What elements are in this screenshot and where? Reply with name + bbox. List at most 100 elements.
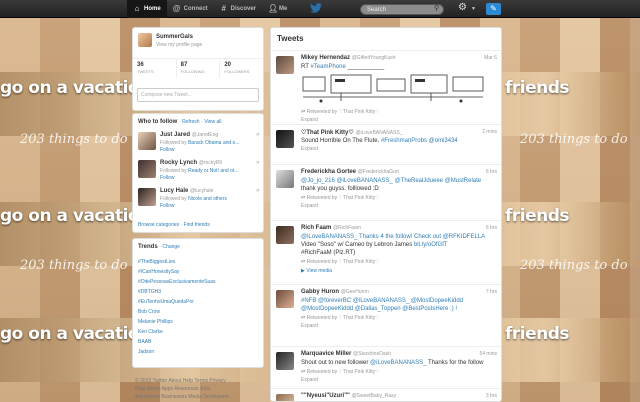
avatar[interactable]	[276, 394, 294, 401]
avatar[interactable]	[276, 290, 294, 308]
tweets-count: 36	[137, 62, 144, 68]
trend-item[interactable]: Bob Crow	[138, 309, 160, 315]
expand-link[interactable]: Expand	[301, 203, 318, 209]
view-media-link[interactable]: ▶ View media	[301, 268, 332, 274]
view-all-link[interactable]: View all	[204, 119, 221, 125]
nav-discover[interactable]: # Discover	[214, 0, 262, 18]
tweet-item[interactable]: Rich Faam @RichFaam 6 hrs @iLoveBANANASS…	[271, 220, 501, 284]
avatar[interactable]	[276, 170, 294, 188]
follow-button[interactable]: Follow	[160, 175, 174, 181]
close-icon[interactable]: ✕	[256, 188, 260, 194]
trend-item[interactable]: Ken Clarke	[138, 329, 163, 335]
tweet-item[interactable]: Mikey Hernendaz @GiftedYoungKush Mar 6 R…	[271, 50, 501, 124]
avatar[interactable]	[276, 130, 294, 148]
compose-tweet-button[interactable]: ✎	[486, 3, 501, 15]
nav-home-label: Home	[144, 5, 161, 12]
tweet-author[interactable]: Marquavice Miller @StarshineDash	[301, 351, 391, 357]
change-trends-link[interactable]: Change	[162, 244, 180, 250]
avatar[interactable]	[138, 160, 156, 178]
retweeted-by[interactable]: ⇄ Retweeted by ♡That Pink Kitty♡	[301, 315, 380, 321]
tweet-item[interactable]: Frederickha Gortee @FrederickhaGort 6 hr…	[271, 164, 501, 220]
tweet-timestamp[interactable]: 7 hrs	[486, 289, 497, 295]
follow-button[interactable]: Follow	[160, 147, 174, 153]
following-label: FOLLOWING	[180, 69, 205, 74]
retweeted-by[interactable]: ⇄ Retweeted by ♡That Pink Kitty♡	[301, 369, 380, 375]
expand-link[interactable]: Expand	[301, 377, 318, 383]
tweet-author[interactable]: Gabby Huron @GeeHuron	[301, 289, 369, 295]
tweet-timestamp[interactable]: 3 hrs	[486, 393, 497, 399]
nav-connect[interactable]: @ Connect	[167, 0, 214, 18]
suggestion-name[interactable]: Lucy Hale @lucyhale	[160, 188, 213, 194]
tweet-text: #NFB @foreverBC @iLoveBANANASS_ @MostDop…	[301, 298, 464, 312]
expand-link[interactable]: Expand	[301, 323, 318, 329]
suggestion-name[interactable]: Just Jared @JaredEng	[160, 132, 218, 138]
retweeted-by[interactable]: ⇄ Retweeted by ♡That Pink Kitty♡	[301, 195, 380, 201]
footer-links[interactable]: © 2013 Twitter About Help Terms Privacy	[135, 377, 263, 385]
avatar[interactable]	[138, 33, 152, 47]
footer-links[interactable]: Blog Status Apps Resources Jobs	[135, 385, 263, 393]
nav-home[interactable]: ⌂ Home	[127, 0, 167, 18]
tweet-author[interactable]: Frederickha Gortee @FrederickhaGort	[301, 169, 399, 175]
retweeted-by[interactable]: ⇄ Retweeted by ♡That Pink Kitty♡	[301, 259, 380, 265]
tweet-timestamp[interactable]: 6 hrs	[486, 169, 497, 175]
gear-icon[interactable]: ⚙	[458, 2, 467, 13]
followed-by-text: Followed by Ready or Not! and ot...	[160, 168, 239, 174]
tweet-item[interactable]: ""Nyeusi"Uzuri"" @SweetBaby_Rasy 3 hrs	[271, 388, 501, 401]
tweets-stat[interactable]: 36 TWEETS	[133, 59, 177, 78]
refresh-link[interactable]: Refresh	[182, 119, 200, 125]
nav-me[interactable]: 👤︎ Me	[262, 0, 293, 18]
trend-item[interactable]: #EuTenhoUmaQuedaPor	[138, 299, 194, 305]
at-icon: @	[172, 4, 181, 13]
tweet-author[interactable]: ♡That Pink Kitty♡ @iLoveBANANASS_	[301, 129, 402, 136]
avatar[interactable]	[276, 226, 294, 244]
tweet-item[interactable]: Gabby Huron @GeeHuron 7 hrs #NFB @foreve…	[271, 284, 501, 346]
tweet-author[interactable]: Mikey Hernendaz @GiftedYoungKush	[301, 55, 396, 61]
trend-item[interactable]: #ICanHonestlySay	[138, 269, 179, 275]
view-profile-link[interactable]: View my profile page	[156, 42, 202, 48]
trend-item[interactable]: Melanie Phillips	[138, 319, 173, 325]
tweet-timestamp[interactable]: Mar 6	[484, 55, 497, 61]
footer-links[interactable]: Advertisers Businesses Media Developers	[135, 393, 263, 401]
retweeted-by[interactable]: ⇄ Retweeted by ♡That Pink Kitty♡	[301, 109, 380, 115]
tweet-timestamp[interactable]: 6 hrs	[486, 225, 497, 231]
expand-link[interactable]: Expand	[301, 117, 318, 123]
trend-item[interactable]: #OitePessoasExclusivamenteSuas	[138, 279, 216, 285]
suggestion-item: Just Jared @JaredEng Followed by Barack …	[138, 132, 260, 156]
compose-tweet-input[interactable]: Compose new Tweet...	[137, 88, 259, 102]
tweet-item[interactable]: ♡That Pink Kitty♡ @iLoveBANANASS_ 2 mins…	[271, 124, 501, 164]
tweet-item[interactable]: Marquavice Miller @StarshineDash 54 mins…	[271, 346, 501, 388]
expand-link[interactable]: Expand	[301, 146, 318, 152]
close-icon[interactable]: ✕	[256, 132, 260, 138]
tweet-timestamp[interactable]: 54 mins	[479, 351, 497, 357]
following-stat[interactable]: 87 FOLLOWING	[177, 59, 221, 78]
browse-categories-link[interactable]: Browse categories	[138, 222, 179, 228]
avatar[interactable]	[138, 188, 156, 206]
home-icon: ⌂	[134, 4, 140, 13]
twitter-bird-icon[interactable]	[310, 3, 322, 15]
trend-item[interactable]: BAAB	[138, 339, 151, 345]
trend-item[interactable]: Jadson	[138, 349, 154, 355]
search-input[interactable]: Search	[360, 4, 444, 15]
suggestion-name[interactable]: Rocky Lynch @rockyR5	[160, 160, 222, 166]
tweet-author[interactable]: Rich Faam @RichFaam	[301, 225, 361, 231]
tweets-label: TWEETS	[137, 69, 154, 74]
find-friends-link[interactable]: Find friends	[184, 222, 210, 228]
close-icon[interactable]: ✕	[256, 160, 260, 166]
follow-button[interactable]: Follow	[160, 203, 174, 209]
quill-icon: ✎	[490, 4, 497, 13]
search-icon[interactable]: ⚲	[434, 4, 439, 12]
scrollbar[interactable]	[630, 18, 640, 402]
avatar[interactable]	[276, 352, 294, 370]
followers-stat[interactable]: 20 FOLLOWERS	[220, 59, 263, 78]
tweet-author[interactable]: ""Nyeusi"Uzuri"" @SweetBaby_Rasy	[301, 393, 396, 399]
avatar[interactable]	[276, 56, 294, 74]
avatar[interactable]	[138, 132, 156, 150]
tweet-timestamp[interactable]: 2 mins	[482, 129, 497, 135]
nav-discover-label: Discover	[230, 5, 257, 12]
profile-name[interactable]: SummerGals	[156, 34, 193, 40]
trend-item[interactable]: #DBTGH3	[138, 289, 161, 295]
profile-card: SummerGals View my profile page 36 TWEET…	[132, 27, 264, 111]
chevron-down-icon[interactable]: ▼	[471, 6, 476, 12]
background-script: 203 things to do	[20, 258, 128, 273]
trend-item[interactable]: #TheBiggestLies	[138, 259, 175, 265]
